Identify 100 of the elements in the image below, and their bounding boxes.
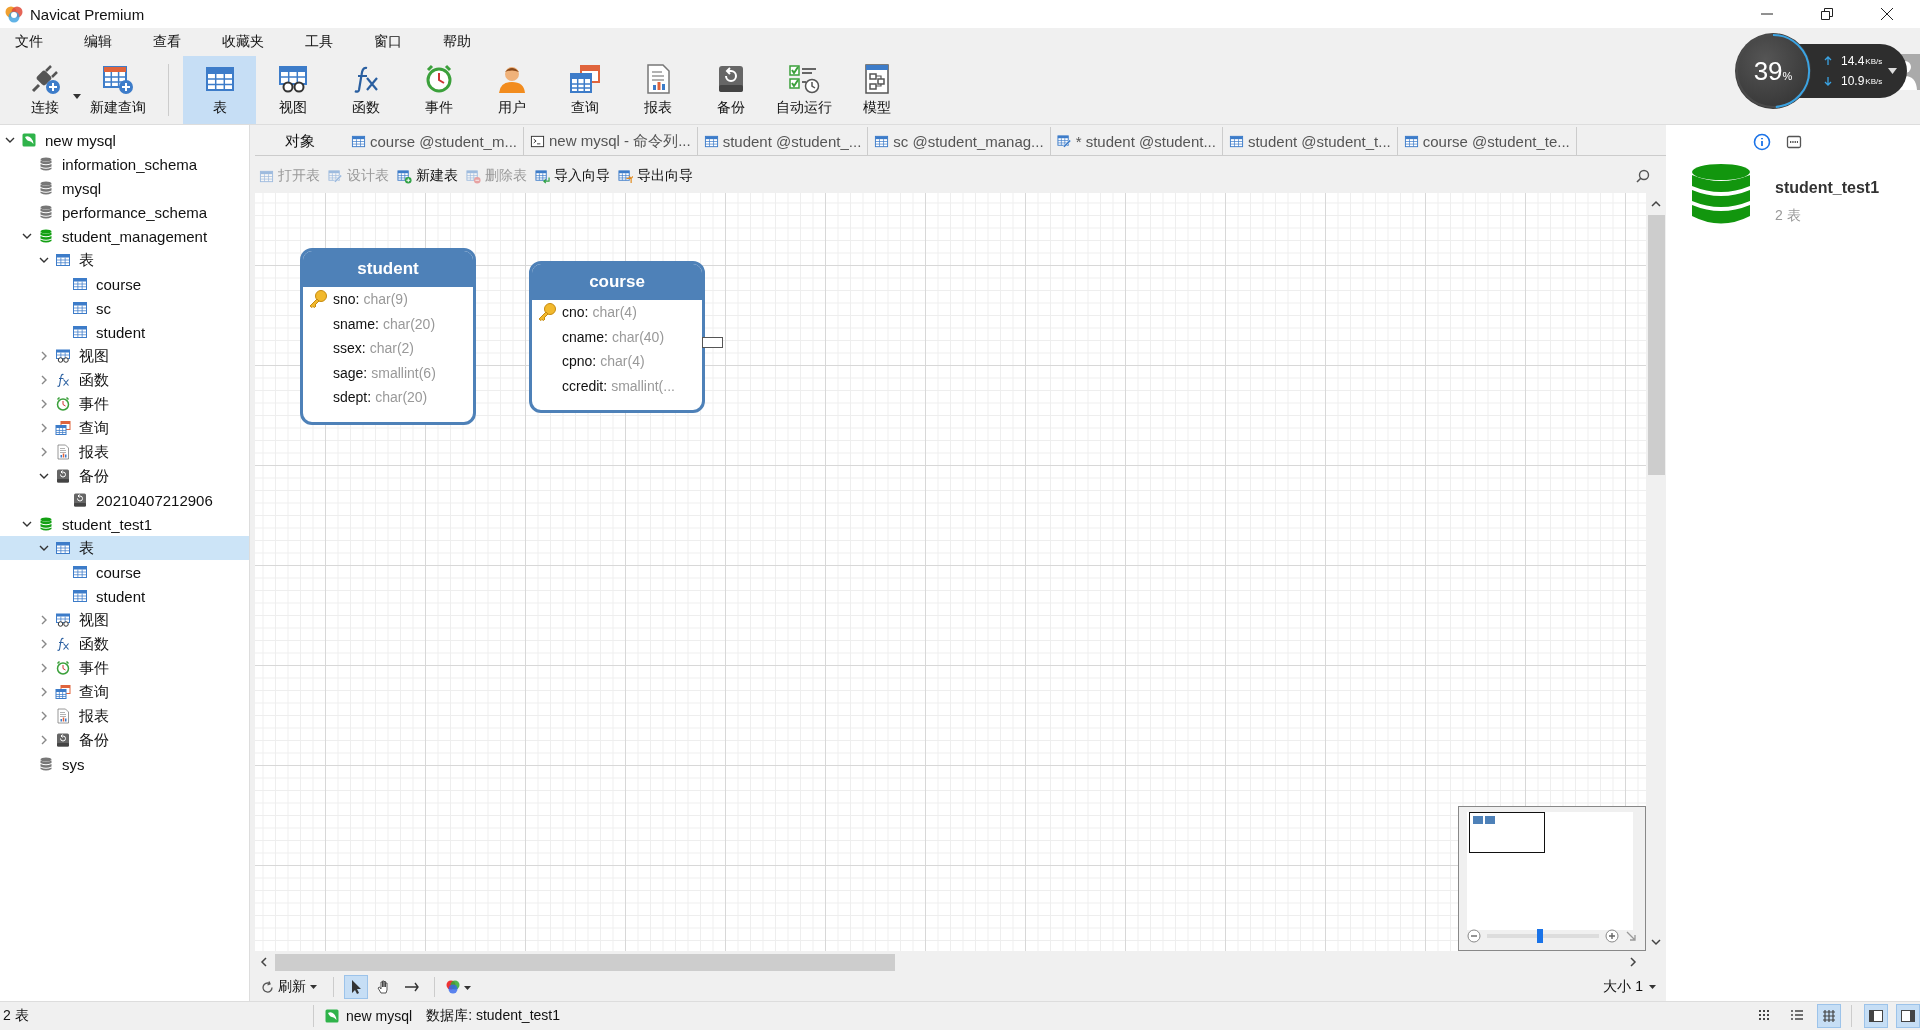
- toolbar-button[interactable]: 模型: [840, 56, 913, 124]
- chevron-right-icon[interactable]: [39, 663, 49, 673]
- tree-item[interactable]: 事件: [0, 392, 249, 416]
- chevron-down-icon[interactable]: [22, 519, 32, 529]
- toolbar-button[interactable]: 导入向导: [535, 167, 610, 185]
- chevron-right-icon[interactable]: [39, 447, 49, 457]
- toolbar-button[interactable]: 报表: [621, 56, 694, 124]
- chevron-right-icon[interactable]: [39, 615, 49, 625]
- menu-item[interactable]: 收藏夹: [213, 33, 273, 51]
- caret-icon[interactable]: [1888, 67, 1898, 75]
- tree-item[interactable]: course: [0, 272, 249, 296]
- menu-item[interactable]: 帮助: [434, 33, 480, 51]
- chevron-right-icon[interactable]: [39, 399, 49, 409]
- menu-item[interactable]: 文件: [6, 33, 52, 51]
- chevron-down-icon[interactable]: [5, 135, 15, 145]
- tree-item[interactable]: course: [0, 560, 249, 584]
- zoom-out-icon[interactable]: [1467, 929, 1481, 943]
- diagram-view-button[interactable]: [1817, 1004, 1841, 1028]
- tab[interactable]: student @student_t...: [1222, 127, 1398, 155]
- toolbar-button[interactable]: 表: [183, 56, 256, 124]
- tree-item[interactable]: 函数: [0, 368, 249, 392]
- chevron-right-icon[interactable]: [39, 351, 49, 361]
- tree-item[interactable]: sys: [0, 752, 249, 776]
- tab[interactable]: * student @student...: [1050, 127, 1223, 155]
- menu-item[interactable]: 工具: [296, 33, 342, 51]
- diagram-canvas[interactable]: student sno: char(9) sname: char(20) ssex: char(2) sage: smallint(6) sdept: char(20) course cno: char(4) cname: char(40) cpno: char(4) ccredit: smallint(...: [255, 193, 1646, 951]
- toolbar-button[interactable]: 查询: [548, 56, 621, 124]
- ddl-icon[interactable]: [1785, 133, 1803, 151]
- tree-item[interactable]: 表: [0, 536, 249, 560]
- tree-item[interactable]: 事件: [0, 656, 249, 680]
- tree-item[interactable]: 备份: [0, 728, 249, 752]
- toolbar-button[interactable]: 自动运行: [767, 56, 840, 124]
- chevron-right-icon[interactable]: [39, 687, 49, 697]
- entity-card[interactable]: course cno: char(4) cname: char(40) cpno: char(4) ccredit: smallint(...: [529, 261, 705, 413]
- tree-item[interactable]: student: [0, 320, 249, 344]
- database-icon: [38, 204, 54, 220]
- tab[interactable]: course @student_te...: [1397, 127, 1577, 155]
- tree-item[interactable]: 视图: [0, 344, 249, 368]
- tree-item[interactable]: 20210407212906: [0, 488, 249, 512]
- entity-title: course: [532, 264, 702, 300]
- zoom-in-icon[interactable]: [1605, 929, 1619, 943]
- toolbar-button[interactable]: 事件: [402, 56, 475, 124]
- entity-card[interactable]: student sno: char(9) sname: char(20) ssex: char(2) sage: smallint(6) sdept: char(20): [300, 248, 476, 425]
- tab[interactable]: course @student_m...: [345, 127, 524, 155]
- tree-item[interactable]: 查询: [0, 680, 249, 704]
- toolbar-button[interactable]: 用户: [475, 56, 548, 124]
- tree-item[interactable]: student_management: [0, 224, 249, 248]
- chevron-right-icon[interactable]: [39, 639, 49, 649]
- toolbar-button[interactable]: 新建表: [397, 167, 458, 185]
- tab[interactable]: student @student_...: [697, 127, 869, 155]
- scroll-down-icon[interactable]: [1650, 937, 1662, 947]
- toolbar-button[interactable]: 新建查询: [81, 56, 154, 124]
- toolbar-button[interactable]: 导出向导: [618, 167, 693, 185]
- tree-item[interactable]: 备份: [0, 464, 249, 488]
- chevron-right-icon[interactable]: [39, 423, 49, 433]
- menu-item[interactable]: 编辑: [75, 33, 121, 51]
- scroll-right-icon[interactable]: [1628, 956, 1638, 968]
- toolbar-button[interactable]: 函数: [329, 56, 402, 124]
- restore-icon[interactable]: [1820, 7, 1834, 21]
- tree-item[interactable]: 表: [0, 248, 249, 272]
- network-monitor-widget[interactable]: 39% 14.4 KB/s 10.9 KB/s: [1735, 33, 1908, 109]
- scroll-left-icon[interactable]: [259, 956, 269, 968]
- tree-item[interactable]: new mysql: [0, 128, 249, 152]
- refresh-button[interactable]: 刷新: [261, 978, 323, 996]
- menu-item[interactable]: 窗口: [365, 33, 411, 51]
- entity-field: sname: char(20): [303, 311, 473, 336]
- tab[interactable]: sc @student_manag...: [868, 127, 1051, 155]
- toolbar-button[interactable]: 视图: [256, 56, 329, 124]
- left-panel-toggle[interactable]: [1864, 1004, 1888, 1028]
- zoom-dropdown[interactable]: 大小 1: [1603, 978, 1656, 996]
- chevron-right-icon[interactable]: [39, 711, 49, 721]
- caret-icon[interactable]: [73, 94, 81, 100]
- tree-item[interactable]: sc: [0, 296, 249, 320]
- info-icon[interactable]: [1753, 133, 1771, 151]
- tree-item[interactable]: mysql: [0, 176, 249, 200]
- tree-item[interactable]: 函数: [0, 632, 249, 656]
- scroll-up-icon[interactable]: [1650, 199, 1662, 209]
- chevron-down-icon[interactable]: [39, 255, 49, 265]
- tab[interactable]: new mysql - 命令列...: [523, 127, 698, 155]
- chevron-down-icon[interactable]: [39, 543, 49, 553]
- menu-item[interactable]: 查看: [144, 33, 190, 51]
- tree-item[interactable]: performance_schema: [0, 200, 249, 224]
- tree-item[interactable]: student_test1: [0, 512, 249, 536]
- pointer-tool[interactable]: [344, 975, 368, 999]
- tree-item[interactable]: information_schema: [0, 152, 249, 176]
- chevron-right-icon[interactable]: [39, 375, 49, 385]
- tree-item[interactable]: 报表: [0, 704, 249, 728]
- toolbar-button[interactable]: 连接: [8, 56, 81, 124]
- chevron-down-icon[interactable]: [39, 471, 49, 481]
- chevron-down-icon[interactable]: [22, 231, 32, 241]
- chevron-right-icon[interactable]: [39, 735, 49, 745]
- tree-item[interactable]: 报表: [0, 440, 249, 464]
- close-icon[interactable]: [1880, 7, 1894, 21]
- tree-item[interactable]: student: [0, 584, 249, 608]
- tree-item[interactable]: 查询: [0, 416, 249, 440]
- search-icon[interactable]: [1636, 169, 1650, 183]
- minimap-viewport[interactable]: [1469, 812, 1545, 853]
- toolbar-button[interactable]: 备份: [694, 56, 767, 124]
- tree-item[interactable]: 视图: [0, 608, 249, 632]
- right-panel-toggle[interactable]: [1896, 1004, 1920, 1028]
